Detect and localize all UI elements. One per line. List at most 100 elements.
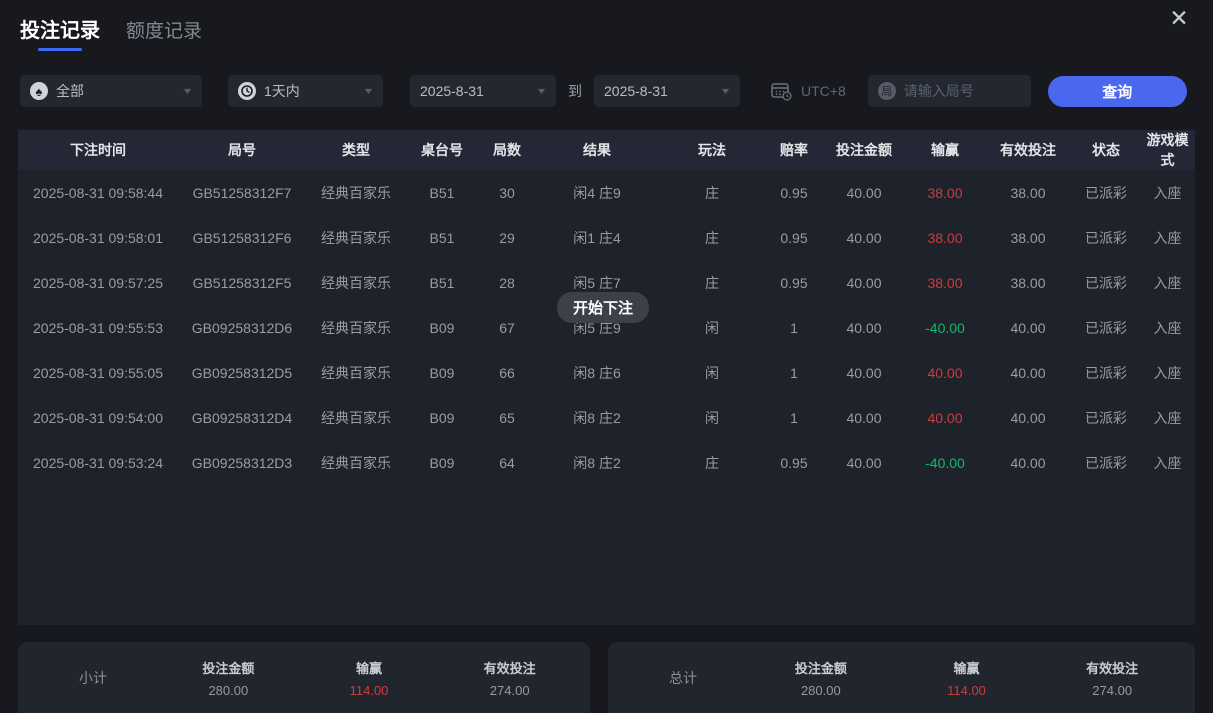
col-bet-amount: 投注金额	[822, 140, 906, 160]
close-icon[interactable]: ✕	[1165, 4, 1193, 32]
cell-odds: 0.95	[766, 275, 822, 291]
cell-odds: 1	[766, 365, 822, 381]
cell-round-id: GB09258312D4	[178, 410, 306, 426]
cell-round-id: GB51258312F6	[178, 230, 306, 246]
calendar-clock-icon[interactable]	[770, 81, 792, 101]
cell-valid-bet: 40.00	[984, 320, 1072, 336]
cell-bet: 40.00	[822, 455, 906, 471]
cell-status: 已派彩	[1072, 408, 1140, 428]
cell-table-no: B51	[406, 185, 478, 201]
cell-winloss: 40.00	[906, 365, 984, 381]
chevron-down-icon: ▼	[535, 86, 547, 96]
cell-valid-bet: 40.00	[984, 410, 1072, 426]
cell-round-id: GB09258312D3	[178, 455, 306, 471]
chevron-down-icon: ▼	[719, 86, 731, 96]
table-body: 2025-08-31 09:58:44GB51258312F7经典百家乐B513…	[18, 170, 1195, 485]
cell-result: 闲8 庄2	[536, 453, 658, 473]
spade-icon: ♠	[30, 82, 48, 100]
cell-bet: 40.00	[822, 230, 906, 246]
cell-round-id: GB51258312F7	[178, 185, 306, 201]
cell-play: 庄	[658, 453, 766, 473]
col-odds: 赔率	[766, 140, 822, 160]
tab-quota-records[interactable]: 额度记录	[126, 16, 202, 53]
cell-mode: 入座	[1140, 408, 1195, 428]
round-id-input[interactable]	[904, 83, 1014, 99]
table-row: 2025-08-31 09:58:01GB51258312F6经典百家乐B512…	[18, 215, 1195, 260]
cell-mode: 入座	[1140, 363, 1195, 383]
cell-play: 庄	[658, 273, 766, 293]
cell-play: 闲	[658, 363, 766, 383]
date-to-select[interactable]: 2025-8-31 ▼	[594, 75, 740, 107]
cell-valid-bet: 38.00	[984, 275, 1072, 291]
cell-play: 庄	[658, 183, 766, 203]
cell-valid-bet: 38.00	[984, 185, 1072, 201]
subtotal-winloss: 输赢 114.00	[299, 658, 440, 698]
filter-bar: ♠ 全部 ▼ 1天内 ▼ 2025-8-31 ▼ 到 2025-8-31 ▼	[0, 75, 1213, 107]
cell-round-no: 66	[478, 365, 536, 381]
table-row: 2025-08-31 09:55:05GB09258312D5经典百家乐B096…	[18, 350, 1195, 395]
cell-bet: 40.00	[822, 365, 906, 381]
cell-round-no: 65	[478, 410, 536, 426]
time-range-value: 1天内	[264, 81, 300, 101]
tab-betting-records-label: 投注记录	[20, 20, 100, 42]
betting-start-toast: 开始下注	[557, 292, 649, 323]
cell-result: 闲5 庄7	[536, 273, 658, 293]
col-play: 玩法	[658, 140, 766, 160]
subtotal-valid-bet: 有效投注 274.00	[439, 658, 580, 698]
cell-status: 已派彩	[1072, 183, 1140, 203]
col-type: 类型	[306, 140, 406, 160]
date-from-value: 2025-8-31	[420, 83, 484, 99]
cell-round-no: 30	[478, 185, 536, 201]
cell-table-no: B09	[406, 455, 478, 471]
cell-odds: 1	[766, 410, 822, 426]
cell-round-no: 64	[478, 455, 536, 471]
cell-time: 2025-08-31 09:55:05	[18, 365, 178, 381]
cell-time: 2025-08-31 09:58:44	[18, 185, 178, 201]
cell-round-id: GB09258312D5	[178, 365, 306, 381]
total-winloss: 输赢 114.00	[894, 658, 1040, 698]
tab-quota-records-label: 额度记录	[126, 21, 202, 42]
cell-play: 闲	[658, 318, 766, 338]
cell-round-id: GB09258312D6	[178, 320, 306, 336]
subtotal-panel: 小计 投注金额 280.00 输赢 114.00 有效投注 274.00	[18, 642, 590, 713]
timezone-label: UTC+8	[801, 83, 846, 99]
col-round-id: 局号	[178, 140, 306, 160]
cell-type: 经典百家乐	[306, 453, 406, 473]
cell-table-no: B09	[406, 410, 478, 426]
cell-round-id: GB51258312F5	[178, 275, 306, 291]
cell-bet: 40.00	[822, 320, 906, 336]
col-status: 状态	[1072, 140, 1140, 160]
cell-bet: 40.00	[822, 185, 906, 201]
date-from-select[interactable]: 2025-8-31 ▼	[410, 75, 556, 107]
cell-table-no: B51	[406, 275, 478, 291]
cell-type: 经典百家乐	[306, 273, 406, 293]
col-valid-bet: 有效投注	[984, 140, 1072, 160]
cell-type: 经典百家乐	[306, 228, 406, 248]
cell-mode: 入座	[1140, 183, 1195, 203]
game-type-select[interactable]: ♠ 全部 ▼	[20, 75, 202, 107]
total-panel: 总计 投注金额 280.00 输赢 114.00 有效投注 274.00	[608, 642, 1195, 713]
cell-winloss: 38.00	[906, 275, 984, 291]
cell-valid-bet: 40.00	[984, 365, 1072, 381]
total-bet-amount: 投注金额 280.00	[748, 658, 894, 698]
col-result: 结果	[536, 140, 658, 160]
cell-winloss: 40.00	[906, 410, 984, 426]
col-round-no: 局数	[478, 140, 536, 160]
summary-bar: 小计 投注金额 280.00 输赢 114.00 有效投注 274.00 总计 …	[18, 642, 1195, 713]
cell-result: 闲4 庄9	[536, 183, 658, 203]
dialog-topbar: 投注记录 额度记录 ✕	[0, 0, 1213, 60]
cell-winloss: 38.00	[906, 230, 984, 246]
col-bet-time: 下注时间	[18, 140, 178, 160]
cell-table-no: B09	[406, 365, 478, 381]
cell-result: 闲8 庄6	[536, 363, 658, 383]
search-button[interactable]: 查询	[1048, 76, 1187, 107]
cell-odds: 1	[766, 320, 822, 336]
cell-bet: 40.00	[822, 410, 906, 426]
cell-type: 经典百家乐	[306, 318, 406, 338]
tab-betting-records[interactable]: 投注记录	[20, 14, 100, 53]
cell-time: 2025-08-31 09:54:00	[18, 410, 178, 426]
record-tabs: 投注记录 额度记录	[20, 14, 202, 53]
cell-mode: 入座	[1140, 228, 1195, 248]
col-winloss: 输赢	[906, 140, 984, 160]
time-range-select[interactable]: 1天内 ▼	[228, 75, 383, 107]
